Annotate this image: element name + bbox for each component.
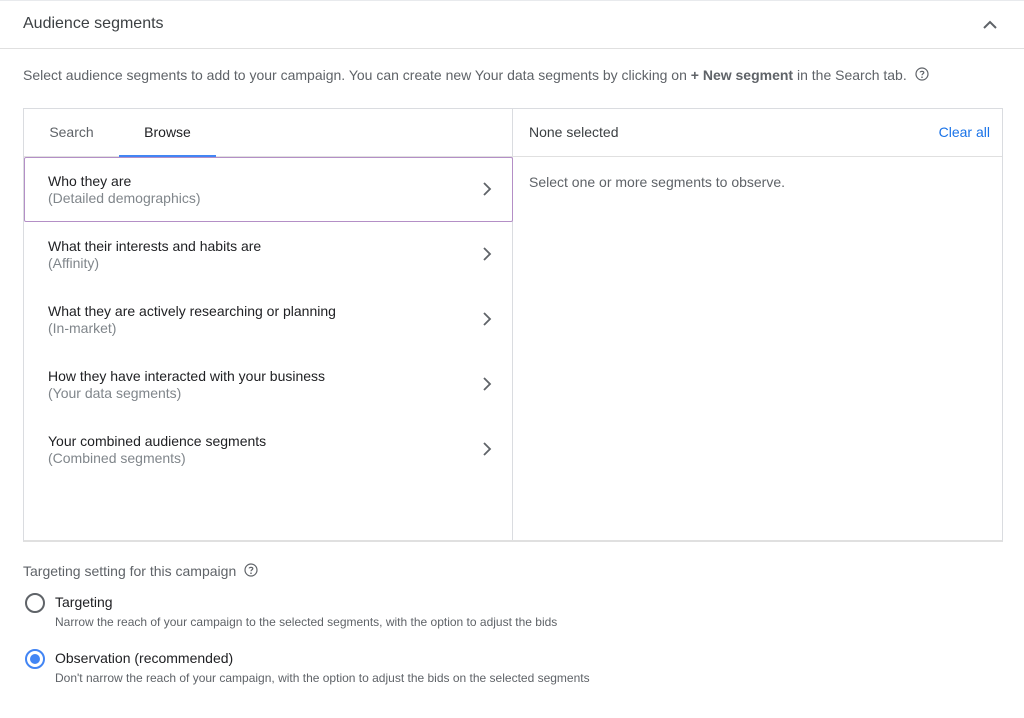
- chevron-right-icon: [483, 377, 492, 391]
- targeting-radio[interactable]: [25, 593, 45, 613]
- description-suffix: in the Search tab.: [793, 67, 907, 83]
- description-prefix: Select audience segments to add to your …: [23, 67, 691, 83]
- observation-radio[interactable]: [25, 649, 45, 669]
- item-title: How they have interacted with your busin…: [48, 368, 326, 384]
- new-segment-reference: + New segment: [690, 67, 794, 83]
- chevron-up-icon: [983, 20, 997, 29]
- browse-item-combined-segments[interactable]: Your combined audience segments (Combine…: [24, 417, 513, 482]
- radio-option-observation[interactable]: Observation (recommended) Don't narrow t…: [24, 648, 724, 688]
- item-title: What they are actively researching or pl…: [48, 303, 336, 319]
- tab-browse[interactable]: Browse: [119, 109, 216, 158]
- item-title: Your combined audience segments: [48, 433, 267, 449]
- chevron-right-icon: [483, 312, 492, 326]
- radio-label[interactable]: Targeting: [55, 594, 113, 610]
- browse-item-affinity[interactable]: What their interests and habits are (Aff…: [24, 222, 513, 287]
- selection-pane: None selected Clear all Select one or mo…: [513, 109, 1002, 540]
- tab-bar: Search Browse: [24, 109, 513, 158]
- section-description: Select audience segments to add to your …: [23, 67, 929, 83]
- browse-item-detailed-demographics[interactable]: Who they are (Detailed demographics): [24, 157, 513, 222]
- help-circle-icon[interactable]: [244, 563, 258, 577]
- chevron-right-icon: [483, 442, 492, 456]
- browse-pane: Search Browse Who they are (Detailed dem…: [24, 109, 513, 540]
- targeting-setting-label: Targeting setting for this campaign: [23, 563, 258, 579]
- radio-label[interactable]: Observation (recommended): [55, 650, 233, 666]
- item-subtitle: (Affinity): [48, 255, 100, 271]
- item-subtitle: (Combined segments): [48, 450, 186, 466]
- selection-header: None selected Clear all: [513, 109, 1002, 157]
- empty-selection-message: Select one or more segments to observe.: [529, 174, 786, 190]
- item-title: Who they are: [48, 173, 132, 189]
- item-subtitle: (Detailed demographics): [48, 190, 201, 206]
- segment-picker-panel: Search Browse Who they are (Detailed dem…: [23, 108, 1003, 542]
- browse-item-in-market[interactable]: What they are actively researching or pl…: [24, 287, 513, 352]
- selection-status: None selected: [529, 124, 619, 140]
- section-header[interactable]: Audience segments: [0, 1, 1024, 49]
- browse-item-your-data-segments[interactable]: How they have interacted with your busin…: [24, 352, 513, 417]
- item-subtitle: (Your data segments): [48, 385, 182, 401]
- collapse-button[interactable]: [978, 13, 1002, 37]
- tab-search[interactable]: Search: [24, 109, 119, 157]
- section-title: Audience segments: [23, 15, 164, 32]
- chevron-right-icon: [483, 182, 492, 196]
- radio-description: Narrow the reach of your campaign to the…: [55, 615, 558, 629]
- clear-all-button[interactable]: Clear all: [939, 124, 990, 140]
- radio-description: Don't narrow the reach of your campaign,…: [55, 671, 590, 685]
- item-title: What their interests and habits are: [48, 238, 262, 254]
- help-circle-icon[interactable]: [915, 67, 929, 81]
- targeting-setting-text: Targeting setting for this campaign: [23, 563, 237, 579]
- item-subtitle: (In-market): [48, 320, 117, 336]
- radio-option-targeting[interactable]: Targeting Narrow the reach of your campa…: [24, 592, 724, 632]
- chevron-right-icon: [483, 247, 492, 261]
